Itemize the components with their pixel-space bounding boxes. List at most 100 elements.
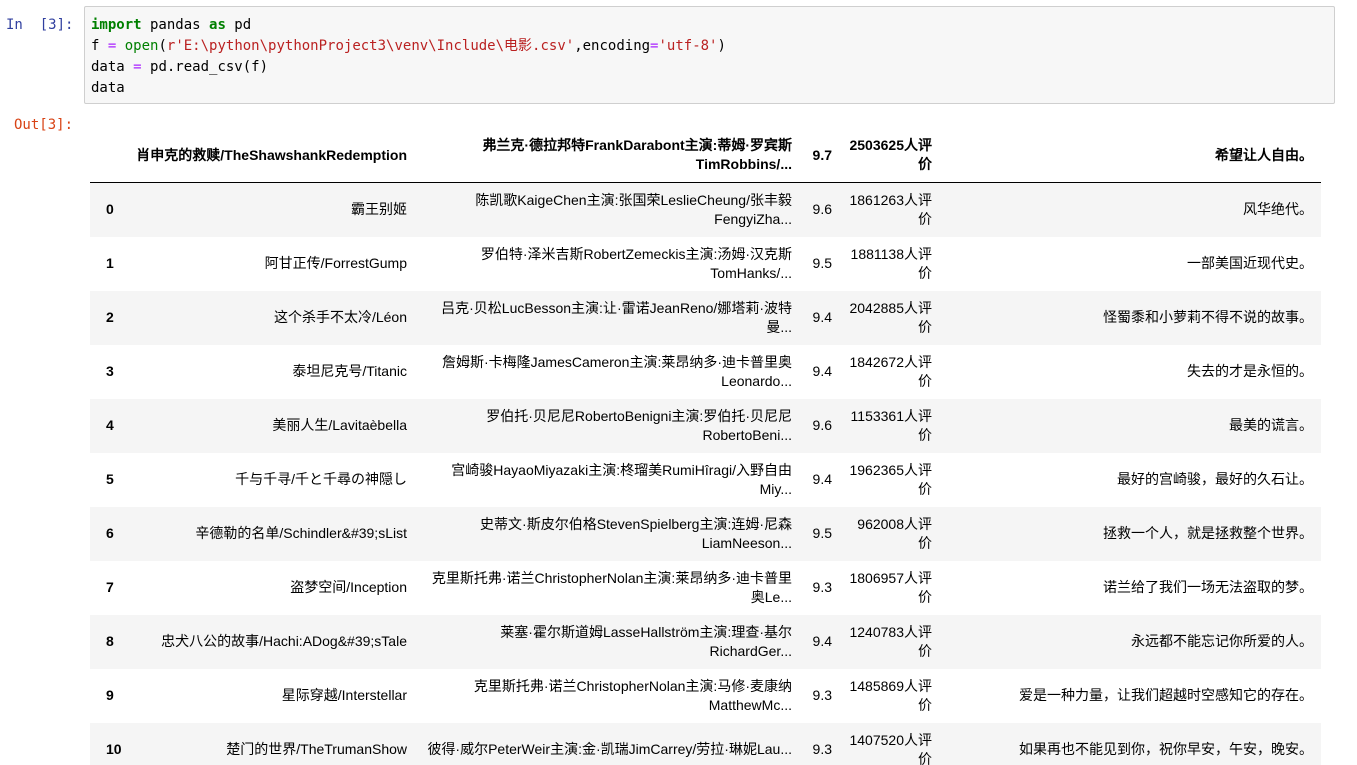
string-encoding: 'utf-8' xyxy=(658,38,718,54)
column-header-votes: 2503625人评价 xyxy=(840,128,940,183)
table-row: 9 星际穿越/Interstellar 克里斯托弗·诺兰ChristopherNol… xyxy=(90,668,1321,723)
code-line-3: data = pd.read_csv(f) xyxy=(91,57,1328,78)
output-prompt: Out[3]: xyxy=(14,117,74,133)
table-row: 5 千与千寻/千と千尋の神隠し 宫崎骏HayaoMiyazaki主演:柊瑠美Rumi… xyxy=(90,452,1321,507)
cell-crew-text: 宫崎骏HayaoMiyazaki主演:柊瑠美RumiHîragi/入野自由Miy… xyxy=(451,461,792,497)
code-text: pd xyxy=(225,17,252,33)
code-line-1: import pandas as pd xyxy=(91,15,1328,36)
cell-score: 9.5 xyxy=(812,255,832,271)
cell-quote: 最好的宫崎骏，最好的久石让。 xyxy=(1117,471,1313,487)
cell-quote: 爱是一种力量，让我们超越时空感知它的存在。 xyxy=(1019,687,1313,703)
table-row: 3 泰坦尼克号/Titanic 詹姆斯·卡梅隆JamesCameron主演:莱昂纳多… xyxy=(90,344,1321,399)
header-row: 肖申克的救赎/TheShawshankRedemption 弗兰克·德拉邦特Fr… xyxy=(90,128,1321,183)
cell-votes: 1153361人评价 xyxy=(850,407,932,443)
input-prompt: In [3]: xyxy=(6,17,74,33)
table-row: 0 霸王别姬 陈凯歌KaigeChen主演:张国荣LeslieCheung/张丰毅F… xyxy=(90,182,1321,237)
cell-score: 9.5 xyxy=(812,525,832,541)
cell-quote: 一部美国近现代史。 xyxy=(1187,255,1313,271)
cell-title: 星际穿越/Interstellar xyxy=(281,687,407,703)
cell-crew-text: 罗伯特·泽米吉斯RobertZemeckis主演:汤姆·汉克斯TomHanks/… xyxy=(480,245,792,281)
cell-score: 9.3 xyxy=(812,741,832,757)
cell-title: 忠犬八公的故事/Hachi:ADog&#39;sTale xyxy=(161,633,407,649)
index-header xyxy=(90,128,130,183)
code-text: data xyxy=(91,59,134,75)
cell-title: 美丽人生/Lavitaèbella xyxy=(272,417,407,433)
code-text: ) xyxy=(717,38,726,54)
cell-votes: 1407520人评价 xyxy=(849,731,932,765)
table-row: 7 盗梦空间/Inception 克里斯托弗·诺兰ChristopherNolan主… xyxy=(90,560,1321,615)
cell-crew-text: 彼得·威尔PeterWeir主演:金·凯瑞JimCarrey/劳拉·琳妮Lau.… xyxy=(427,741,792,757)
cell-votes: 1842672人评价 xyxy=(849,353,932,389)
cell-crew-text: 陈凯歌KaigeChen主演:张国荣LeslieCheung/张丰毅Fengyi… xyxy=(475,191,792,227)
cell-title: 泰坦尼克号/Titanic xyxy=(292,363,407,379)
cell-quote: 怪蜀黍和小萝莉不得不说的故事。 xyxy=(1103,309,1313,325)
table-row: 4 美丽人生/Lavitaèbella 罗伯托·贝尼尼RobertoBenigni主… xyxy=(90,398,1321,453)
cell-quote: 拯救一个人，就是拯救整个世界。 xyxy=(1103,525,1313,541)
code-line-4: data xyxy=(91,80,125,96)
code-text: ( xyxy=(158,38,167,54)
cell-quote: 永远都不能忘记你所爱的人。 xyxy=(1131,633,1313,649)
column-header-title: 肖申克的救赎/TheShawshankRedemption xyxy=(130,128,415,183)
cell-crew-text: 詹姆斯·卡梅隆JamesCameron主演:莱昂纳多·迪卡普里奥Leonardo… xyxy=(441,353,792,389)
cell-quote: 如果再也不能见到你，祝你早安，午安，晚安。 xyxy=(1019,741,1313,757)
code-text: pandas xyxy=(141,17,210,33)
cell-quote: 诺兰给了我们一场无法盗取的梦。 xyxy=(1103,579,1313,595)
row-index: 10 xyxy=(106,741,122,757)
cell-votes: 1240783人评价 xyxy=(849,623,932,659)
cell-score: 9.6 xyxy=(812,417,832,433)
cell-title: 盗梦空间/Inception xyxy=(290,579,407,595)
operator: = xyxy=(133,59,142,75)
row-index: 5 xyxy=(106,471,114,487)
column-header-quote: 希望让人自由。 xyxy=(940,128,1321,183)
cell-votes: 1881138人评价 xyxy=(850,245,932,281)
cell-quote: 最美的谎言。 xyxy=(1229,417,1313,433)
row-index: 9 xyxy=(106,687,114,703)
cell-votes: 1485869人评价 xyxy=(849,677,932,713)
cell-quote: 失去的才是永恒的。 xyxy=(1187,363,1313,379)
code-text: pd.read_csv(f) xyxy=(141,59,269,75)
cell-score: 9.4 xyxy=(812,471,832,487)
cell-quote: 风华绝代。 xyxy=(1243,201,1313,218)
cell-crew: 吕克·贝松LucBesson主演:让·雷诺JeanReno/娜塔莉·波特曼... xyxy=(415,291,800,345)
cell-score: 9.4 xyxy=(812,309,832,325)
cell-title: 楚门的世界/TheTrumanShow xyxy=(226,741,407,757)
cell-crew-text: 莱塞·霍尔斯道姆LasseHallström主演:理查·基尔RichardGer… xyxy=(500,623,792,659)
cell-votes: 1861263人评价 xyxy=(849,191,932,227)
cell-crew: 克里斯托弗·诺兰ChristopherNolan主演:马修·麦康纳Matthew… xyxy=(415,669,800,723)
cell-crew-text: 罗伯托·贝尼尼RobertoBenigni主演:罗伯托·贝尼尼RobertoBe… xyxy=(486,407,792,443)
cell-title: 辛德勒的名单/Schindler&#39;sList xyxy=(195,525,407,541)
code-text: f xyxy=(91,38,108,54)
row-index: 4 xyxy=(106,417,114,433)
cell-crew-text: 史蒂文·斯皮尔伯格StevenSpielberg主演:连姆·尼森LiamNees… xyxy=(480,515,792,551)
cell-title: 千与千寻/千と千尋の神隠し xyxy=(235,471,407,487)
table-row: 10 楚门的世界/TheTrumanShow 彼得·威尔PeterWeir主演:金·… xyxy=(90,722,1321,765)
string-path: r'E:\python\pythonProject3\venv\Include\… xyxy=(166,38,575,54)
cell-crew-text: 克里斯托弗·诺兰ChristopherNolan主演:马修·麦康纳Matthew… xyxy=(473,677,792,713)
column-header-crew-text: 弗兰克·德拉邦特FrankDarabont主演:蒂姆·罗宾斯TimRobbins… xyxy=(482,137,792,172)
code-cell[interactable]: import pandas as pd f = open(r'E:\python… xyxy=(84,6,1335,104)
cell-crew: 彼得·威尔PeterWeir主演:金·凯瑞JimCarrey/劳拉·琳妮Lau.… xyxy=(415,723,800,765)
cell-votes: 962008人评价 xyxy=(857,515,932,551)
builtin-open: open xyxy=(124,38,159,54)
cell-title: 阿甘正传/ForrestGump xyxy=(264,255,407,271)
cell-crew: 宫崎骏HayaoMiyazaki主演:柊瑠美RumiHîragi/入野自由Miy… xyxy=(415,453,800,507)
row-index: 1 xyxy=(106,255,114,271)
cell-score: 9.4 xyxy=(812,363,832,379)
table-row: 1 阿甘正传/ForrestGump 罗伯特·泽米吉斯RobertZemeckis主… xyxy=(90,236,1321,291)
cell-title: 这个杀手不太冷/Léon xyxy=(273,309,407,325)
cell-votes: 1806957人评价 xyxy=(849,569,932,605)
cell-votes: 1962365人评价 xyxy=(849,461,932,497)
cell-score: 9.4 xyxy=(812,633,832,649)
cell-crew: 克里斯托弗·诺兰ChristopherNolan主演:莱昂纳多·迪卡普里奥Le.… xyxy=(415,561,800,615)
cell-score: 9.6 xyxy=(812,201,832,218)
cell-crew-text: 克里斯托弗·诺兰ChristopherNolan主演:莱昂纳多·迪卡普里奥Le.… xyxy=(431,569,792,605)
cell-score: 9.3 xyxy=(812,687,832,703)
table-row: 8 忠犬八公的故事/Hachi:ADog&#39;sTale 莱塞·霍尔斯道姆Las… xyxy=(90,614,1321,669)
cell-crew: 罗伯托·贝尼尼RobertoBenigni主演:罗伯托·贝尼尼RobertoBe… xyxy=(415,399,800,453)
row-index: 3 xyxy=(106,363,114,379)
dataframe-table: 肖申克的救赎/TheShawshankRedemption 弗兰克·德拉邦特Fr… xyxy=(90,128,1321,765)
code-text: ,encoding xyxy=(574,38,651,54)
column-header-crew: 弗兰克·德拉邦特FrankDarabont主演:蒂姆·罗宾斯TimRobbins… xyxy=(415,128,800,183)
row-index: 8 xyxy=(106,633,114,649)
